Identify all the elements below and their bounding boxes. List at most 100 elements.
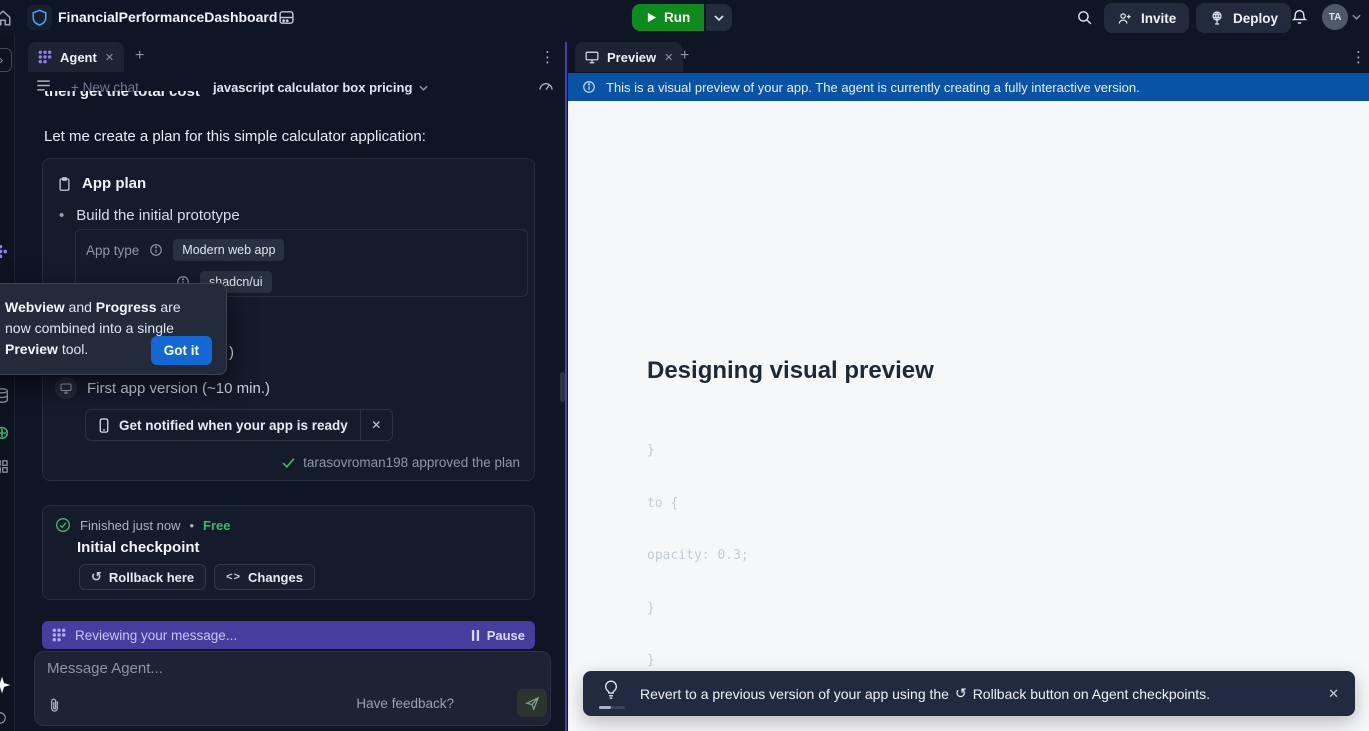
monitor-icon <box>585 51 599 64</box>
code-icon: <> <box>226 571 241 583</box>
deploy-label: Deploy <box>1233 11 1278 26</box>
tip-text: Revert to a previous version of your app… <box>640 685 1313 702</box>
bullet-dot: • <box>59 207 64 224</box>
top-bar: FinancialPerformanceDashboard Run Invite <box>0 0 1369 35</box>
checkpoint-status-row: Finished just now • Free <box>55 517 230 533</box>
app-type-badge[interactable]: Modern web app <box>173 239 284 261</box>
dock-database-icon[interactable] <box>0 387 10 404</box>
dot-separator: • <box>189 518 194 533</box>
rollback-tip-bar: Revert to a previous version of your app… <box>583 671 1355 716</box>
send-button[interactable] <box>517 689 547 717</box>
preview-viewport: Designing visual preview } to { opacity:… <box>568 101 1369 731</box>
first-version-label: First app version (~10 min.) <box>87 380 270 397</box>
repl-logo-shield-icon[interactable] <box>27 5 52 30</box>
dock-grid-icon[interactable] <box>0 459 9 474</box>
obscured-plan-text: ) <box>229 344 234 361</box>
got-it-button[interactable]: Got it <box>151 336 212 365</box>
changes-button[interactable]: <> Changes <box>214 564 315 590</box>
check-circle-icon <box>55 517 71 533</box>
run-button[interactable]: Run <box>632 4 704 31</box>
status-message: Reviewing your message... <box>75 628 462 643</box>
person-plus-icon <box>1117 11 1133 26</box>
agent-working-status-bar: Reviewing your message... Pause <box>42 621 535 649</box>
visual-preview-banner: This is a visual preview of your app. Th… <box>568 73 1369 101</box>
plan-header: App plan <box>57 175 146 192</box>
rollback-here-button[interactable]: ↺ Rollback here <box>79 564 206 590</box>
lightbulb-icon <box>599 679 625 709</box>
phone-icon <box>98 418 110 433</box>
dock-assistant-sparkle-icon[interactable] <box>0 675 12 695</box>
tab-preview[interactable]: Preview ✕ <box>575 42 683 72</box>
scrolled-message-fragment: then get the total cost <box>44 91 344 102</box>
layout-dock-icon[interactable] <box>278 9 295 26</box>
expand-sidebar-icon[interactable]: » <box>0 48 12 72</box>
message-input[interactable] <box>47 660 447 677</box>
invite-label: Invite <box>1141 11 1176 26</box>
free-badge: Free <box>203 518 230 533</box>
checkpoint-title: Initial checkpoint <box>77 539 200 556</box>
panel-divider[interactable] <box>565 42 567 731</box>
message-composer: Have feedback? <box>34 651 551 726</box>
checkpoint-card: Finished just now • Free Initial checkpo… <box>42 505 535 600</box>
dismiss-tip-icon[interactable]: ✕ <box>1328 686 1339 702</box>
home-icon[interactable] <box>0 9 12 27</box>
agent-message-text: Let me create a plan for this simple cal… <box>44 128 524 145</box>
dismiss-notify-icon[interactable]: ✕ <box>360 409 392 441</box>
deploy-rocket-icon <box>1209 10 1225 26</box>
preview-pane-tab-bar: Preview ✕ + ⋮ <box>568 42 1369 73</box>
search-icon[interactable] <box>1076 9 1093 26</box>
play-icon <box>646 12 657 23</box>
avatar-initials: TA <box>1329 12 1342 23</box>
new-tab-icon[interactable]: + <box>680 47 689 65</box>
agent-cells-icon <box>38 50 52 64</box>
rollback-label: Rollback here <box>109 570 194 585</box>
notify-chip[interactable]: Get notified when your app is ready ✕ <box>85 409 393 441</box>
clipboard-icon <box>57 176 72 192</box>
info-icon <box>582 80 596 94</box>
dock-agent-icon[interactable] <box>0 245 7 258</box>
app-window: FinancialPerformanceDashboard Run Invite <box>0 0 1369 731</box>
pane-menu-kebab-icon[interactable]: ⋮ <box>1351 48 1366 66</box>
account-chevron-down-icon[interactable] <box>1352 14 1361 20</box>
tip-progress-indicator <box>599 706 611 709</box>
panel-divider-handle[interactable] <box>560 372 565 402</box>
dock-help-icon[interactable] <box>0 711 7 725</box>
close-tab-icon[interactable]: ✕ <box>105 51 114 64</box>
preview-faded-code: } to { opacity: 0.3; } } <box>647 407 749 705</box>
invite-button[interactable]: Invite <box>1104 3 1189 33</box>
tab-preview-label: Preview <box>607 50 656 65</box>
app-title: FinancialPerformanceDashboard <box>58 9 277 25</box>
approved-text: tarasovroman198 approved the plan <box>303 455 520 470</box>
pause-label: Pause <box>487 628 525 643</box>
attachment-paperclip-icon[interactable] <box>47 697 62 714</box>
pane-menu-kebab-icon[interactable]: ⋮ <box>540 48 555 66</box>
left-dock: » <box>0 35 15 731</box>
rollback-icon: ↺ <box>91 569 102 585</box>
preview-intro-tooltip: Webview and Progress are now combined in… <box>0 283 227 375</box>
dock-integration-icon[interactable] <box>0 425 10 441</box>
run-split-button: Run <box>632 4 732 31</box>
new-tab-icon[interactable]: + <box>135 47 144 65</box>
have-feedback-link[interactable]: Have feedback? <box>356 696 454 711</box>
deploy-button[interactable]: Deploy <box>1196 3 1291 33</box>
run-options-button[interactable] <box>706 4 732 31</box>
first-version-row: First app version (~10 min.) <box>55 377 270 399</box>
info-icon[interactable] <box>149 243 163 257</box>
plan-title: App plan <box>82 175 146 192</box>
changes-label: Changes <box>248 570 303 585</box>
close-tab-icon[interactable]: ✕ <box>664 51 673 64</box>
monitor-icon <box>55 377 77 399</box>
run-label: Run <box>664 10 690 25</box>
avatar[interactable]: TA <box>1322 4 1348 30</box>
pause-icon <box>471 630 480 641</box>
preview-heading: Designing visual preview <box>647 357 934 385</box>
tab-agent[interactable]: Agent ✕ <box>28 42 124 72</box>
banner-text: This is a visual preview of your app. Th… <box>606 80 1140 95</box>
agent-pane-tab-bar: Agent ✕ + ⋮ <box>15 42 565 72</box>
notify-label: Get notified when your app is ready <box>119 418 348 433</box>
plan-item: • Build the initial prototype <box>59 207 240 224</box>
notifications-bell-icon[interactable] <box>1291 8 1308 26</box>
pause-button[interactable]: Pause <box>471 628 525 643</box>
usage-gauge-icon[interactable] <box>538 78 554 92</box>
chevron-down-icon <box>714 15 724 21</box>
